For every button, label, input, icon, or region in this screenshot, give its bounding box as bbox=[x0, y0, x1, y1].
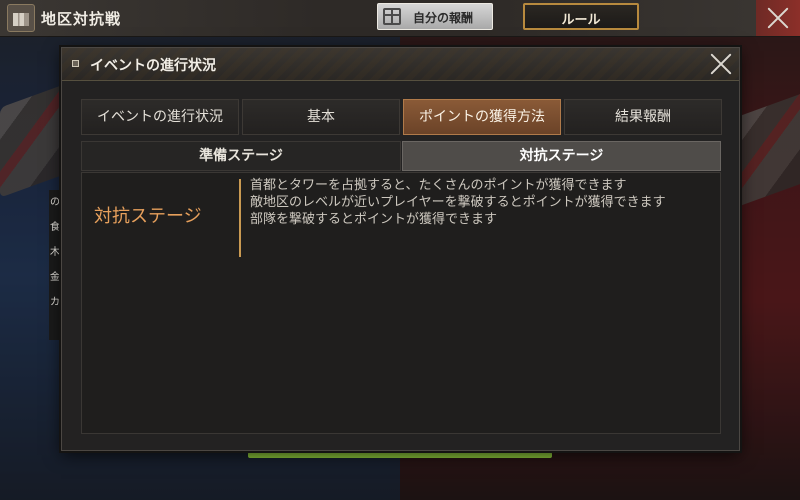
subtab-preparation-stage[interactable]: 準備ステージ bbox=[81, 141, 401, 171]
tab-result-rewards[interactable]: 結果報酬 bbox=[564, 99, 722, 135]
description-line: 部隊を撃破するとポイントが獲得できます bbox=[250, 212, 498, 227]
content-panel: 対抗ステージ 首都とタワーを占拠すると、たくさんのポイントが獲得できます 敵地区… bbox=[81, 172, 721, 434]
top-close-button[interactable] bbox=[756, 0, 800, 36]
description-list: 首都とタワーを占拠すると、たくさんのポイントが獲得できます 敵地区のレベルが近い… bbox=[250, 177, 716, 228]
my-reward-label: 自分の報酬 bbox=[413, 11, 474, 25]
dialog-header: イベントの進行状況 bbox=[62, 48, 739, 81]
page-title: 地区対抗戦 bbox=[41, 10, 122, 28]
close-icon bbox=[766, 6, 790, 30]
dialog-title: イベントの進行状況 bbox=[90, 58, 216, 74]
description-line: 敵地区のレベルが近いプレイヤーを撃破するとポイントが獲得できます bbox=[250, 195, 666, 210]
tab-event-progress[interactable]: イベントの進行状況 bbox=[81, 99, 239, 135]
my-reward-button[interactable]: 自分の報酬 bbox=[377, 3, 493, 30]
divider bbox=[239, 179, 241, 257]
event-progress-dialog: イベントの進行状況 イベントの進行状況 基本 ポイントの獲得方法 結果報酬 準備… bbox=[61, 47, 740, 451]
gift-icon bbox=[383, 8, 401, 25]
dialog-close-button[interactable] bbox=[709, 52, 733, 76]
bullet-icon bbox=[72, 60, 79, 67]
close-icon bbox=[709, 52, 733, 76]
tab-basic[interactable]: 基本 bbox=[242, 99, 400, 135]
stage-label: 対抗ステージ bbox=[94, 206, 202, 227]
top-bar: 地区対抗戦 自分の報酬 ルール bbox=[0, 0, 800, 37]
rule-button[interactable]: ルール bbox=[523, 3, 639, 30]
rule-label: ルール bbox=[561, 13, 601, 28]
subtab-battle-stage[interactable]: 対抗ステージ bbox=[402, 141, 721, 171]
description-line: 首都とタワーを占拠すると、たくさんのポイントが獲得できます bbox=[250, 178, 627, 193]
tab-point-acquisition[interactable]: ポイントの獲得方法 bbox=[403, 99, 561, 135]
bottom-progress-bar bbox=[248, 452, 552, 458]
building-icon bbox=[7, 4, 35, 32]
